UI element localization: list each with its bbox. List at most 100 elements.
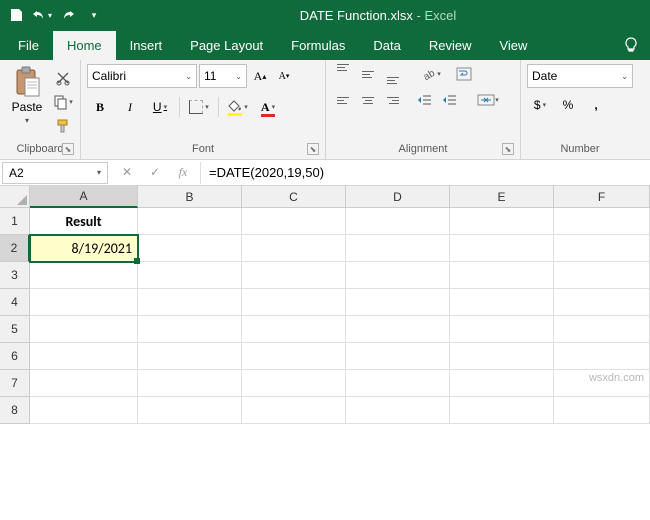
cell[interactable] (30, 316, 138, 343)
accounting-format-button[interactable]: $▾ (527, 94, 553, 116)
row-header[interactable]: 8 (0, 397, 30, 424)
cell[interactable] (242, 208, 346, 235)
decrease-font-icon[interactable]: A▾ (273, 64, 295, 88)
cell[interactable] (242, 370, 346, 397)
cell[interactable] (242, 235, 346, 262)
underline-button[interactable]: U▾ (147, 96, 173, 118)
tab-formulas[interactable]: Formulas (277, 31, 359, 60)
cut-icon[interactable] (52, 68, 74, 88)
comma-format-button[interactable]: , (583, 94, 609, 116)
tab-data[interactable]: Data (359, 31, 414, 60)
cell[interactable] (346, 208, 450, 235)
cell[interactable] (554, 235, 650, 262)
cell[interactable] (242, 316, 346, 343)
align-bottom-icon[interactable] (382, 64, 404, 84)
cancel-formula-icon[interactable]: ✕ (120, 165, 134, 180)
cell[interactable] (30, 370, 138, 397)
name-box[interactable]: A2▾ (2, 162, 108, 184)
redo-icon[interactable] (56, 3, 80, 27)
cell[interactable] (346, 235, 450, 262)
cell[interactable] (138, 316, 242, 343)
font-size-select[interactable]: 11⌄ (199, 64, 247, 88)
decrease-indent-icon[interactable] (414, 90, 436, 110)
cell[interactable] (346, 370, 450, 397)
insert-function-icon[interactable]: fx (176, 165, 190, 180)
wrap-text-icon[interactable] (454, 64, 476, 84)
align-top-icon[interactable] (332, 64, 354, 84)
cell[interactable] (30, 343, 138, 370)
align-left-icon[interactable] (332, 90, 354, 110)
paste-button[interactable]: Paste ▾ (6, 64, 48, 141)
number-format-select[interactable]: Date⌄ (527, 64, 633, 88)
select-all-corner[interactable] (0, 186, 30, 208)
increase-font-icon[interactable]: A▴ (249, 64, 271, 88)
bold-button[interactable]: B (87, 96, 113, 118)
cell[interactable] (346, 262, 450, 289)
column-header[interactable]: C (242, 186, 346, 208)
cell[interactable] (138, 370, 242, 397)
tab-view[interactable]: View (485, 31, 541, 60)
tell-me-icon[interactable] (616, 30, 646, 60)
cell-a1[interactable]: Result (30, 208, 138, 235)
formula-bar[interactable]: =DATE(2020,19,50) (200, 162, 650, 184)
cell[interactable] (450, 370, 554, 397)
cell[interactable] (554, 289, 650, 316)
cell[interactable] (346, 397, 450, 424)
cell[interactable] (450, 208, 554, 235)
cell[interactable] (554, 208, 650, 235)
align-right-icon[interactable] (382, 90, 404, 110)
font-name-select[interactable]: Calibri⌄ (87, 64, 197, 88)
row-header[interactable]: 2 (0, 235, 30, 262)
tab-file[interactable]: File (0, 31, 53, 60)
tab-insert[interactable]: Insert (116, 31, 177, 60)
cell[interactable] (450, 316, 554, 343)
row-header[interactable]: 6 (0, 343, 30, 370)
cell[interactable] (138, 397, 242, 424)
border-button[interactable]: ▾ (186, 96, 212, 118)
column-header[interactable]: D (346, 186, 450, 208)
cell[interactable] (30, 397, 138, 424)
orientation-icon[interactable]: ab▾ (420, 64, 442, 84)
cell[interactable] (346, 316, 450, 343)
alignment-launcher-icon[interactable]: ⬊ (502, 143, 514, 155)
cell[interactable] (554, 316, 650, 343)
cell[interactable] (138, 235, 242, 262)
column-header[interactable]: F (554, 186, 650, 208)
row-header[interactable]: 7 (0, 370, 30, 397)
italic-button[interactable]: I (117, 96, 143, 118)
format-painter-icon[interactable] (52, 116, 74, 136)
tab-page-layout[interactable]: Page Layout (176, 31, 277, 60)
increase-indent-icon[interactable] (439, 90, 461, 110)
row-header[interactable]: 3 (0, 262, 30, 289)
cell[interactable] (450, 397, 554, 424)
cell[interactable] (450, 343, 554, 370)
cell[interactable] (554, 262, 650, 289)
merge-center-icon[interactable]: ▾ (473, 90, 503, 110)
cell[interactable] (554, 397, 650, 424)
tab-review[interactable]: Review (415, 31, 486, 60)
column-header[interactable]: E (450, 186, 554, 208)
font-launcher-icon[interactable]: ⬊ (307, 143, 319, 155)
cell[interactable] (242, 343, 346, 370)
cell[interactable] (138, 262, 242, 289)
row-header[interactable]: 1 (0, 208, 30, 235)
align-middle-icon[interactable] (357, 64, 379, 84)
cell[interactable] (138, 208, 242, 235)
cell[interactable] (346, 343, 450, 370)
fill-color-button[interactable]: ▾ (225, 96, 251, 118)
percent-format-button[interactable]: % (555, 94, 581, 116)
tab-home[interactable]: Home (53, 31, 116, 60)
cell[interactable] (138, 289, 242, 316)
cell[interactable] (242, 289, 346, 316)
cell[interactable] (554, 343, 650, 370)
cell[interactable] (138, 343, 242, 370)
clipboard-launcher-icon[interactable]: ⬊ (62, 143, 74, 155)
save-icon[interactable] (4, 3, 28, 27)
column-header[interactable]: A (30, 186, 138, 208)
qat-customize-icon[interactable]: ▾ (82, 3, 106, 27)
cell[interactable] (450, 289, 554, 316)
cell[interactable] (450, 235, 554, 262)
cell[interactable] (450, 262, 554, 289)
align-center-icon[interactable] (357, 90, 379, 110)
undo-icon[interactable]: ▾ (30, 3, 54, 27)
